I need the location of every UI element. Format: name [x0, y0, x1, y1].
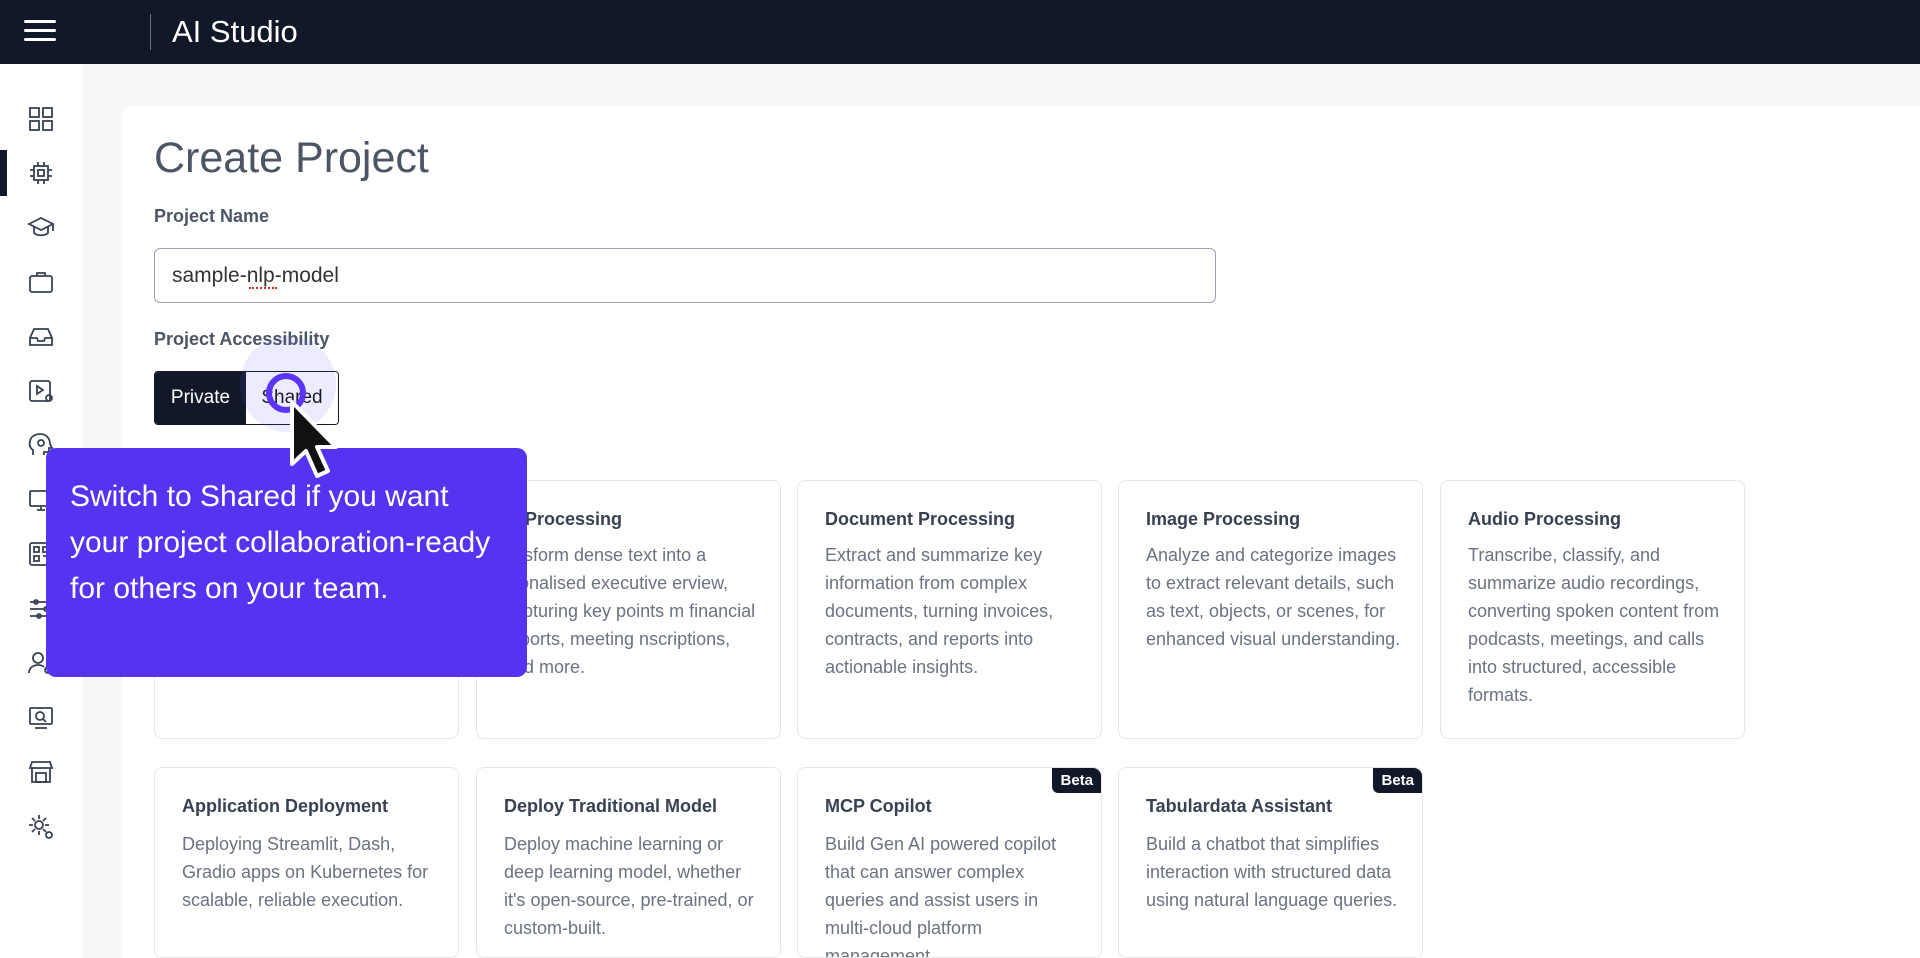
- hamburger-menu-icon[interactable]: [24, 20, 56, 44]
- template-tile-audio-processing[interactable]: Audio Processing Transcribe, classify, a…: [1440, 480, 1745, 739]
- onboarding-tooltip: Switch to Shared if you want your projec…: [46, 448, 527, 677]
- sidebar-item-workspace[interactable]: [0, 259, 82, 305]
- sidebar-item-projects[interactable]: [0, 150, 82, 196]
- sidebar-item-learning[interactable]: [0, 204, 82, 250]
- template-tile-application-deployment[interactable]: Application Deployment Deploying Streaml…: [154, 767, 459, 958]
- mouse-cursor-icon: [290, 400, 338, 478]
- tile-description: Build a chatbot that simplifies interact…: [1146, 834, 1398, 910]
- tile-description: Transcribe, classify, and summarize audi…: [1468, 545, 1720, 705]
- gear-user-icon: [29, 815, 53, 839]
- tile-title: MCP Copilot: [825, 796, 932, 816]
- private-option-button[interactable]: Private: [155, 372, 246, 424]
- template-tile-document-processing[interactable]: Document Processing Extract and summariz…: [797, 480, 1102, 739]
- tile-title: Image Processing: [1146, 509, 1301, 529]
- tile-title: Application Deployment: [182, 796, 389, 816]
- beta-badge: Beta: [1373, 768, 1422, 793]
- screen-search-icon: [29, 707, 53, 729]
- page-title: Create Project: [154, 134, 429, 182]
- sidebar-item-dashboard[interactable]: [0, 96, 82, 142]
- project-name-label: Project Name: [154, 206, 270, 226]
- play-settings-icon: [29, 380, 53, 402]
- tile-title: Document Processing: [825, 509, 1016, 529]
- template-tile-deploy-traditional-model[interactable]: Deploy Traditional Model Deploy machine …: [476, 767, 781, 958]
- sidebar-item-admin[interactable]: [0, 804, 82, 850]
- tile-title: Tabulardata Assistant: [1146, 796, 1333, 816]
- sidebar-item-marketplace[interactable]: [0, 749, 82, 795]
- tile-description: Deploy machine learning or deep learning…: [504, 834, 754, 938]
- template-tile-mcp-copilot[interactable]: Beta MCP Copilot Build Gen AI powered co…: [797, 767, 1102, 958]
- grid-icon: [29, 107, 53, 131]
- tile-description: ansform dense text into a rsonalised exe…: [504, 545, 756, 677]
- briefcase-icon: [29, 272, 53, 293]
- spellcheck-underline: [249, 285, 277, 289]
- tile-description: Extract and summarize key information fr…: [825, 545, 1054, 677]
- top-bar: AI Studio: [0, 0, 1920, 64]
- graduation-cap-icon: [27, 216, 55, 237]
- tile-title: Audio Processing: [1468, 509, 1622, 529]
- sidebar-item-inbox[interactable]: [0, 313, 82, 359]
- chip-icon: [30, 162, 52, 184]
- header-divider: [150, 14, 151, 50]
- tile-description: Analyze and categorize images to extract…: [1146, 545, 1401, 649]
- store-icon: [28, 761, 54, 783]
- beta-badge: Beta: [1052, 768, 1101, 793]
- project-name-input[interactable]: [154, 248, 1216, 303]
- app-title: AI Studio: [172, 14, 298, 49]
- tile-title: Deploy Traditional Model: [504, 796, 718, 816]
- tile-description: Deploying Streamlit, Dash, Gradio apps o…: [182, 834, 429, 910]
- template-tile-tabulardata-assistant[interactable]: Beta Tabulardata Assistant Build a chatb…: [1118, 767, 1423, 958]
- inbox-tray-icon: [29, 328, 53, 346]
- sidebar-item-inspect[interactable]: [0, 695, 82, 741]
- sidebar-item-media[interactable]: [0, 368, 82, 414]
- template-tile-image-processing[interactable]: Image Processing Analyze and categorize …: [1118, 480, 1423, 739]
- tile-description: Build Gen AI powered copilot that can an…: [825, 834, 1057, 958]
